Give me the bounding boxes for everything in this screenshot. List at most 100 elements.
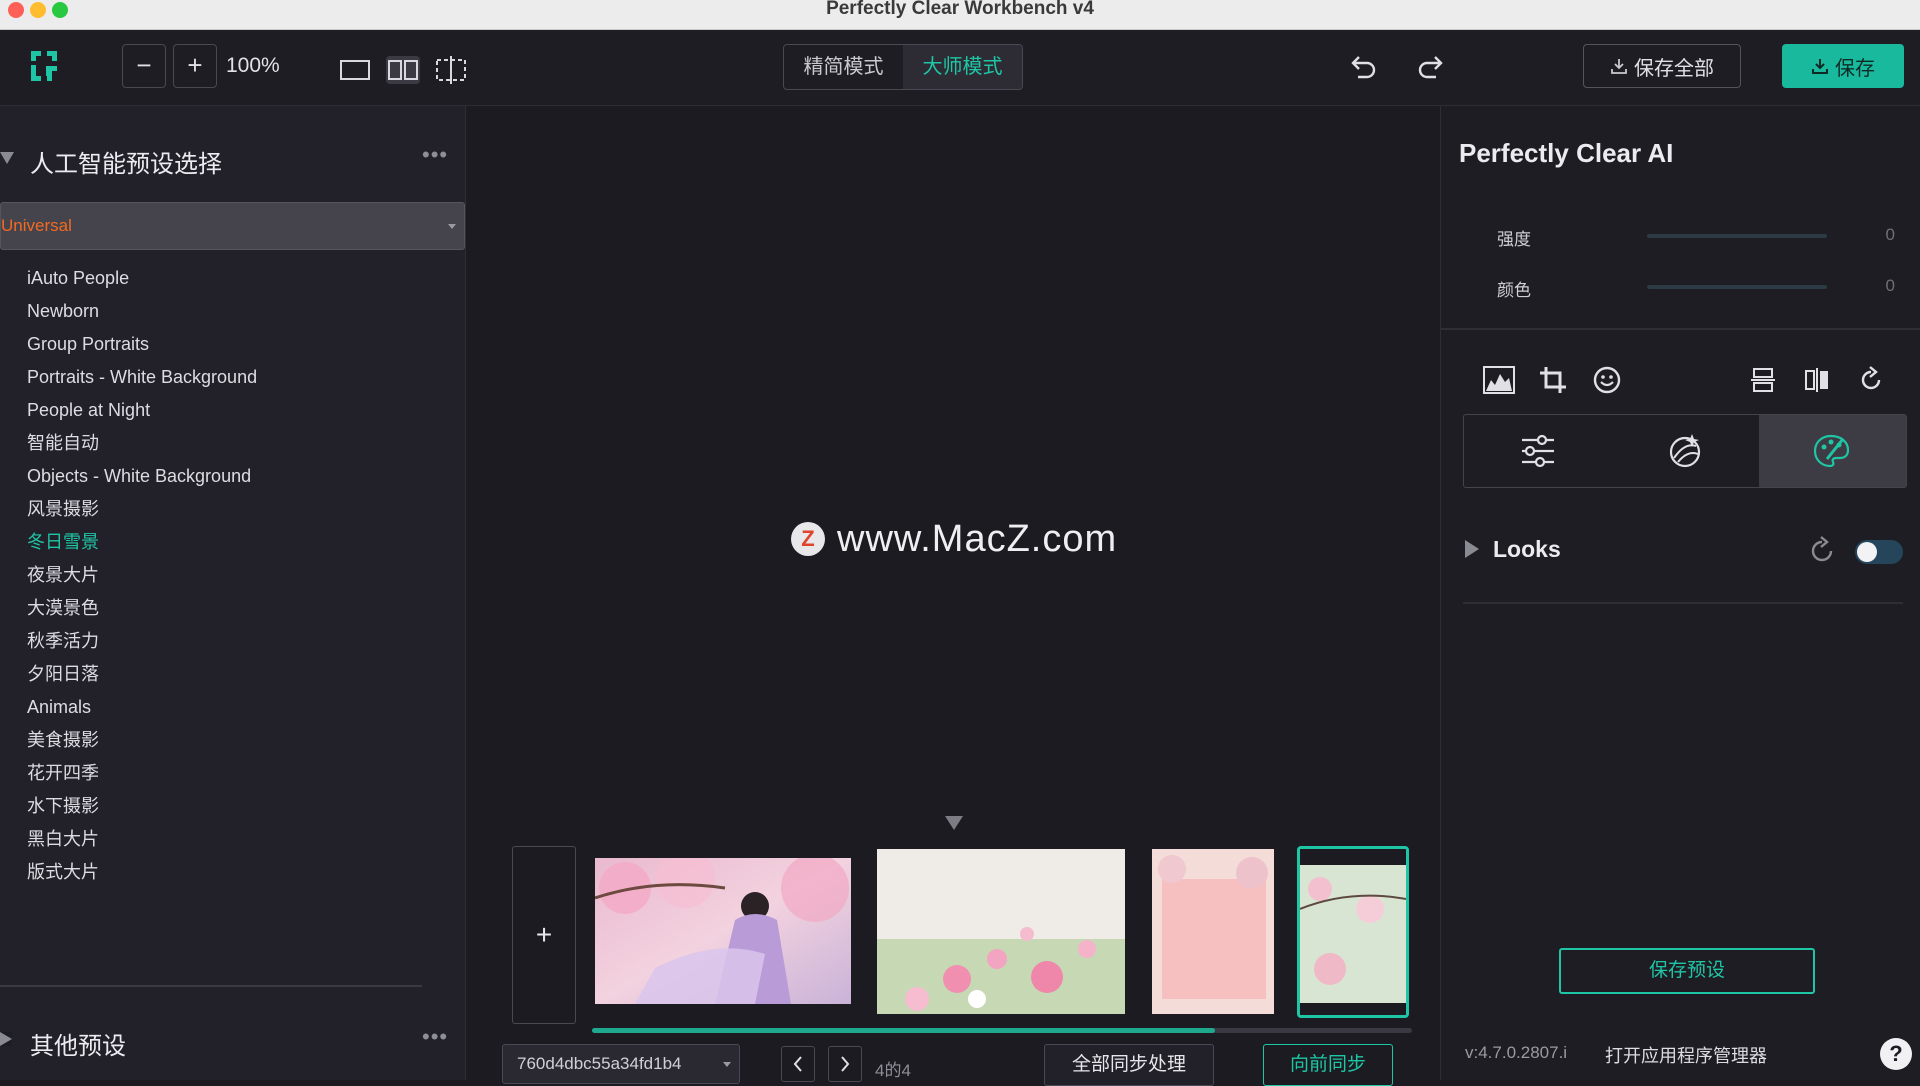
zoom-level: 100% [226,54,280,77]
strength-label: 强度 [1497,230,1531,249]
flip-vertical-button[interactable] [1743,360,1783,400]
split-view-button[interactable] [386,56,420,84]
preset-item[interactable]: 智能自动 [27,427,457,460]
preset-item[interactable]: 黑白大片 [27,823,457,856]
toolbar: − + 100% 精简模式 大师模式 保存全部 保存 [0,30,1920,106]
color-value: 0 [1885,276,1895,295]
strength-slider-row: 强度 0 [1441,221,1920,251]
reset-icon[interactable] [1807,536,1837,566]
preset-item[interactable]: 夕阳日落 [27,658,457,691]
crop-icon [1540,367,1566,393]
expand-arrow-icon [0,1032,12,1046]
preset-item[interactable]: iAuto People [27,262,457,295]
color-label: 颜色 [1497,281,1531,300]
ai-preset-section-title: 人工智能预设选择 [30,151,222,178]
save-preset-button[interactable]: 保存预设 [1559,948,1815,994]
window-title: Perfectly Clear Workbench v4 [826,0,1094,19]
preset-item[interactable]: 夜景大片 [27,559,457,592]
save-all-label: 保存全部 [1634,57,1714,80]
other-preset-section-header[interactable]: 其他预设 ••• [0,1022,466,1062]
chevron-left-icon [793,1056,802,1072]
chevron-right-icon [841,1056,850,1072]
preset-item[interactable]: 美食摄影 [27,724,457,757]
save-button[interactable]: 保存 [1782,44,1904,88]
redo-icon [1418,56,1443,79]
tab-retouch[interactable] [1611,415,1758,487]
more-options-icon[interactable]: ••• [422,142,448,168]
filmstrip-scrollbar[interactable] [592,1028,1216,1033]
thumbnail-2[interactable] [877,849,1125,1014]
window-titlebar: Perfectly Clear Workbench v4 [0,0,1920,30]
chevron-down-icon [723,1062,731,1067]
preset-item-selected[interactable]: 冬日雪景 [27,526,457,559]
undo-button[interactable] [1343,50,1383,84]
looks-label: Looks [1493,536,1561,562]
help-button[interactable]: ? [1880,1038,1912,1070]
app-manager-link[interactable]: 打开应用程序管理器 [1605,1042,1767,1068]
thumbnail-image [877,849,1125,1014]
preset-item[interactable]: 风景摄影 [27,493,457,526]
thumbnail-image [1300,849,1406,1015]
preset-item[interactable]: 版式大片 [27,856,457,889]
redo-button[interactable] [1411,50,1451,84]
adjust-tabs [1463,414,1907,488]
preset-item[interactable]: Group Portraits [27,328,457,361]
preset-item[interactable]: Animals [27,691,457,724]
app-logo-icon [31,51,57,81]
color-slider[interactable] [1647,285,1827,289]
save-all-button[interactable]: 保存全部 [1583,44,1741,88]
master-mode-button[interactable]: 大师模式 [903,45,1022,89]
thumbnail-image [595,858,851,1004]
zoom-in-button[interactable]: + [173,44,217,88]
simple-mode-button[interactable]: 精简模式 [784,45,903,89]
zoom-out-button[interactable]: − [122,44,166,88]
download-icon [1812,59,1828,74]
undo-icon [1351,56,1376,79]
split-view-icon [388,60,418,80]
expand-arrow-icon[interactable] [1465,540,1479,558]
preset-item[interactable]: People at Night [27,394,457,427]
thumbnail-1[interactable] [595,858,851,1004]
rotate-button[interactable] [1851,360,1891,400]
page-indicator: 4的4 [875,1061,911,1080]
flip-vertical-icon [1751,368,1775,392]
looks-section-header: Looks [1463,530,1903,570]
preset-item[interactable]: 大漠景色 [27,592,457,625]
preset-item[interactable]: 水下摄影 [27,790,457,823]
filmstrip-toggle-icon[interactable] [945,816,963,830]
tab-adjust-sliders[interactable] [1464,415,1611,487]
tab-creative-looks[interactable] [1758,415,1906,487]
crop-button[interactable] [1533,360,1573,400]
face-button[interactable] [1587,360,1627,400]
preset-item[interactable]: Objects - White Background [27,460,457,493]
looks-toggle[interactable] [1855,540,1903,564]
other-preset-section-title: 其他预设 [30,1033,126,1060]
preset-item[interactable]: Portraits - White Background [27,361,457,394]
strength-slider[interactable] [1647,234,1827,238]
previous-image-button[interactable] [781,1046,815,1082]
thumbnail-4-selected[interactable] [1297,846,1409,1018]
image-canvas[interactable]: Z www.MacZ.com + 760d4dbc55a34fd1b4 4的4 … [467,106,1439,1086]
retouch-icon [1669,434,1701,468]
face-icon [1593,366,1621,394]
preset-category-value: Universal [1,216,72,235]
panel-divider [1441,328,1920,330]
more-options-icon[interactable]: ••• [422,1024,448,1050]
single-view-button[interactable] [338,56,372,84]
preset-item[interactable]: 秋季活力 [27,625,457,658]
preset-item[interactable]: 花开四季 [27,757,457,790]
file-select[interactable]: 760d4dbc55a34fd1b4 [502,1044,740,1084]
histogram-button[interactable] [1479,360,1519,400]
flip-horizontal-button[interactable] [1797,360,1837,400]
add-image-button[interactable]: + [512,846,576,1024]
preset-category-select[interactable]: Universal [0,202,465,250]
preset-item[interactable]: Newborn [27,295,457,328]
compare-view-button[interactable] [434,56,468,84]
strength-value: 0 [1885,225,1895,244]
collapse-arrow-icon [0,152,14,164]
next-image-button[interactable] [828,1046,862,1082]
thumbnail-3[interactable] [1152,849,1274,1014]
ai-preset-section-header[interactable]: 人工智能预设选择 ••• [0,140,466,180]
compare-view-icon [436,56,466,84]
save-label: 保存 [1835,57,1875,80]
